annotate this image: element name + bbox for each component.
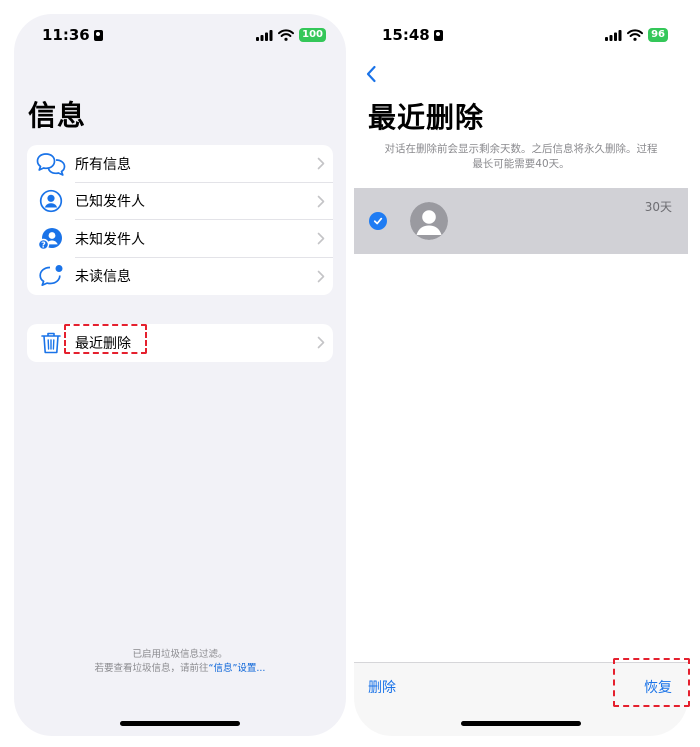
focus-contact-icon xyxy=(433,29,443,41)
recently-deleted-screen: 15:48 96 最近删除 对话在删除前会显示剩余天数。之后信息将永久删除。过程 xyxy=(354,14,688,736)
cellular-signal-icon xyxy=(605,29,622,41)
chevron-right-icon xyxy=(317,336,325,349)
delete-button[interactable]: 删除 xyxy=(368,677,396,697)
chevron-right-icon xyxy=(317,232,325,245)
focus-contact-icon xyxy=(93,29,103,41)
chevron-right-icon xyxy=(317,195,325,208)
contact-avatar xyxy=(410,202,448,240)
filter-label: 已知发件人 xyxy=(75,194,145,211)
filter-label: 所有信息 xyxy=(75,156,131,173)
footnote-line-2: 若要查看垃圾信息，请前往“信息”设置... xyxy=(94,663,266,674)
filter-known-senders[interactable]: 已知发件人 xyxy=(27,183,333,220)
wifi-icon xyxy=(278,29,295,41)
svg-text:?: ? xyxy=(41,240,46,249)
person-question-icon: ? xyxy=(38,227,62,250)
days-remaining: 30天 xyxy=(644,200,672,214)
status-time: 11:36 xyxy=(42,26,103,44)
back-button[interactable] xyxy=(362,64,382,84)
page-title: 信息 xyxy=(28,99,87,132)
wifi-icon xyxy=(627,29,644,41)
page-title: 最近删除 xyxy=(368,101,485,134)
status-bar: 11:36 100 xyxy=(14,14,346,58)
status-bar: 15:48 96 xyxy=(354,14,688,58)
chevron-right-icon xyxy=(317,270,325,283)
junk-filter-footnote: 已启用垃圾信息过滤。 若要查看垃圾信息，请前往“信息”设置... xyxy=(14,648,346,676)
person-circle-icon xyxy=(39,190,63,213)
recently-deleted-highlight xyxy=(64,324,147,354)
filter-label: 未读信息 xyxy=(75,269,131,286)
deleted-conversation-row[interactable]: 30天 xyxy=(354,188,688,254)
filter-unknown-senders[interactable]: ? 未知发件人 xyxy=(27,220,333,258)
battery-indicator: 100 xyxy=(299,28,326,42)
status-time: 15:48 xyxy=(382,26,443,44)
person-silhouette-icon xyxy=(410,202,448,240)
chat-bubbles-icon xyxy=(36,152,66,176)
battery-indicator: 96 xyxy=(648,28,668,42)
home-indicator xyxy=(120,721,240,726)
footnote-line-1: 已启用垃圾信息过滤。 xyxy=(132,649,228,660)
messages-settings-link[interactable]: “信息”设置... xyxy=(209,663,266,674)
messages-filter-screen: 11:36 100 信息 所有信息 已知发件人 ? 未知发件人 未读信息 最近删… xyxy=(14,14,346,736)
home-indicator xyxy=(461,721,581,726)
chevron-right-icon xyxy=(317,157,325,170)
chevron-left-icon xyxy=(366,65,376,83)
status-indicators: 100 xyxy=(256,28,326,42)
trash-icon xyxy=(41,332,61,354)
selected-checkmark[interactable] xyxy=(369,212,387,230)
filter-label: 未知发件人 xyxy=(75,231,145,248)
cellular-signal-icon xyxy=(256,29,273,41)
status-indicators: 96 xyxy=(605,28,668,42)
filter-all-messages[interactable]: 所有信息 xyxy=(27,145,333,183)
filter-list: 所有信息 已知发件人 ? 未知发件人 未读信息 xyxy=(27,145,333,295)
recover-button-highlight xyxy=(613,658,690,707)
checkmark-icon xyxy=(373,217,383,225)
unread-bubble-icon xyxy=(39,265,63,287)
deletion-info-text: 对话在删除前会显示剩余天数。之后信息将永久删除。过程 最长可能需要40天。 xyxy=(384,143,658,170)
filter-unread-messages[interactable]: 未读信息 xyxy=(27,258,333,296)
